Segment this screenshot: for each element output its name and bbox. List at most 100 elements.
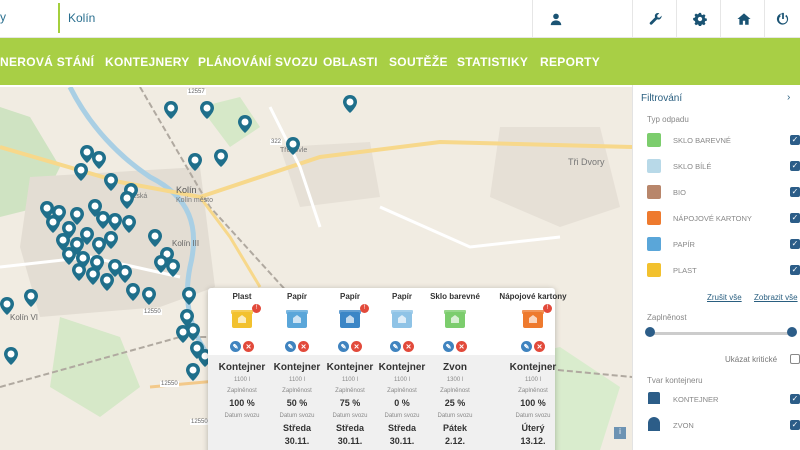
- delete-button[interactable]: ✕: [298, 341, 309, 352]
- container-marker[interactable]: [4, 347, 18, 365]
- chevron-right-icon[interactable]: ›: [787, 92, 790, 103]
- shape-row-kontejner: KONTEJNER ✓: [633, 390, 800, 410]
- container-marker[interactable]: [182, 287, 196, 305]
- edit-button[interactable]: ✎: [390, 341, 401, 352]
- map-pin-icon: [176, 325, 190, 343]
- container-marker[interactable]: [92, 151, 106, 169]
- container-marker[interactable]: [343, 95, 357, 113]
- container-marker[interactable]: [148, 229, 162, 247]
- map-label-kolin: Kolín: [176, 185, 197, 195]
- container-marker[interactable]: [92, 237, 106, 255]
- nav-item-oblasti[interactable]: OBLASTI: [323, 55, 378, 69]
- fill-level-label: Zaplněnost: [227, 388, 257, 394]
- container-marker[interactable]: [154, 255, 168, 273]
- fill-slider-max-handle[interactable]: [787, 327, 797, 337]
- edit-button[interactable]: ✎: [285, 341, 296, 352]
- waste-type-checkbox[interactable]: ✓: [790, 239, 800, 249]
- container-marker[interactable]: [286, 137, 300, 155]
- fill-level-value: 50 %: [286, 398, 308, 408]
- container-marker[interactable]: [72, 263, 86, 281]
- shape-checkbox-zvon[interactable]: ✓: [790, 420, 800, 430]
- container-marker[interactable]: [86, 267, 100, 285]
- container-marker[interactable]: [104, 231, 118, 249]
- settings-button[interactable]: [676, 0, 722, 38]
- home-button[interactable]: [720, 0, 766, 38]
- container-marker[interactable]: [118, 265, 132, 283]
- map-pin-icon: [118, 265, 132, 283]
- edit-button[interactable]: ✎: [521, 341, 532, 352]
- nav-item-statistiky[interactable]: STATISTIKY: [457, 55, 528, 69]
- container-marker[interactable]: [214, 149, 228, 167]
- fill-slider[interactable]: [649, 332, 793, 335]
- fill-level-label: Zaplněnost: [282, 388, 312, 394]
- container-marker[interactable]: [188, 153, 202, 171]
- container-marker[interactable]: [74, 163, 88, 181]
- container-marker[interactable]: [176, 325, 190, 343]
- container-marker[interactable]: [126, 283, 140, 301]
- map-pin-icon: [182, 287, 196, 305]
- main-navigation: NEROVÁ STÁNÍ KONTEJNERY PLÁNOVÁNÍ SVOZU …: [0, 38, 800, 85]
- nav-item-stanoviste[interactable]: NEROVÁ STÁNÍ: [0, 55, 94, 69]
- map-info-button[interactable]: i: [615, 427, 625, 436]
- container-marker[interactable]: [24, 289, 38, 307]
- container-marker[interactable]: [108, 213, 122, 231]
- container-marker[interactable]: [238, 115, 252, 133]
- delete-button[interactable]: ✕: [351, 341, 362, 352]
- fill-level-label: Zaplněnost: [440, 388, 470, 394]
- container-marker[interactable]: [100, 273, 114, 291]
- delete-button[interactable]: ✕: [403, 341, 414, 352]
- waste-type-row: PLAST ✓: [633, 261, 800, 281]
- container-marker[interactable]: [164, 101, 178, 119]
- container-column: Papír ✎ ✕ Kontejner 1100 l Zaplněnost 50 % Datu…: [271, 288, 323, 450]
- edit-button[interactable]: ✎: [338, 341, 349, 352]
- nav-item-reporty[interactable]: REPORTY: [540, 55, 600, 69]
- container-marker[interactable]: [0, 297, 14, 315]
- waste-type-checkbox[interactable]: ✓: [790, 135, 800, 145]
- pickup-date: 13.12.: [520, 436, 546, 446]
- logout-button[interactable]: [764, 0, 800, 38]
- container-marker[interactable]: [166, 259, 180, 277]
- waste-type-icon: [647, 133, 661, 147]
- container-volume: 1100 l: [289, 377, 305, 383]
- critical-checkbox[interactable]: [790, 354, 800, 364]
- nav-item-souteze[interactable]: SOUTĚŽE: [389, 55, 448, 69]
- container-actions: ✎ ✕: [283, 341, 311, 353]
- map-pin-icon: [4, 347, 18, 365]
- container-marker[interactable]: [200, 101, 214, 119]
- nav-item-kontejnery[interactable]: KONTEJNERY: [105, 55, 190, 69]
- city-name[interactable]: Kolín: [68, 11, 95, 25]
- container-volume: 1100 l: [525, 377, 541, 383]
- delete-button[interactable]: ✕: [243, 341, 254, 352]
- user-button[interactable]: [532, 0, 578, 38]
- shape-checkbox-kontejner[interactable]: ✓: [790, 394, 800, 404]
- fill-slider-min-handle[interactable]: [645, 327, 655, 337]
- tools-button[interactable]: [632, 0, 678, 38]
- map-pin-icon: [120, 191, 134, 209]
- container-marker[interactable]: [104, 173, 118, 191]
- edit-button[interactable]: ✎: [230, 341, 241, 352]
- container-marker[interactable]: [142, 287, 156, 305]
- waste-type-checkbox[interactable]: ✓: [790, 213, 800, 223]
- waste-type-checkbox[interactable]: ✓: [790, 187, 800, 197]
- map-pin-icon: [86, 267, 100, 285]
- waste-type-checkbox[interactable]: ✓: [790, 161, 800, 171]
- map-view[interactable]: Kolín Kolín VI Kolín III Tři Dvory Třebo…: [0, 87, 632, 450]
- pickup-date: 30.11.: [337, 436, 363, 446]
- delete-button[interactable]: ✕: [456, 341, 467, 352]
- nav-item-planovani-svozu[interactable]: PLÁNOVÁNÍ SVOZU: [198, 55, 318, 69]
- waste-type-icon: [647, 159, 661, 173]
- container-shape: Zvon: [443, 362, 467, 373]
- container-marker[interactable]: [46, 215, 60, 233]
- show-all-link[interactable]: Zobrazit vše: [754, 293, 798, 302]
- container-marker[interactable]: [70, 207, 84, 225]
- waste-type-checkbox[interactable]: ✓: [790, 265, 800, 275]
- container-marker[interactable]: [120, 191, 134, 209]
- waste-type-row: NÁPOJOVÉ KARTONY ✓: [633, 209, 800, 229]
- shape-row-zvon: ZVON ✓: [633, 416, 800, 436]
- container-marker[interactable]: [122, 215, 136, 233]
- edit-button[interactable]: ✎: [443, 341, 454, 352]
- delete-button[interactable]: ✕: [534, 341, 545, 352]
- map-pin-icon: [108, 213, 122, 231]
- clear-all-link[interactable]: Zrušit vše: [707, 293, 742, 302]
- fill-level-value: 100 %: [229, 398, 255, 408]
